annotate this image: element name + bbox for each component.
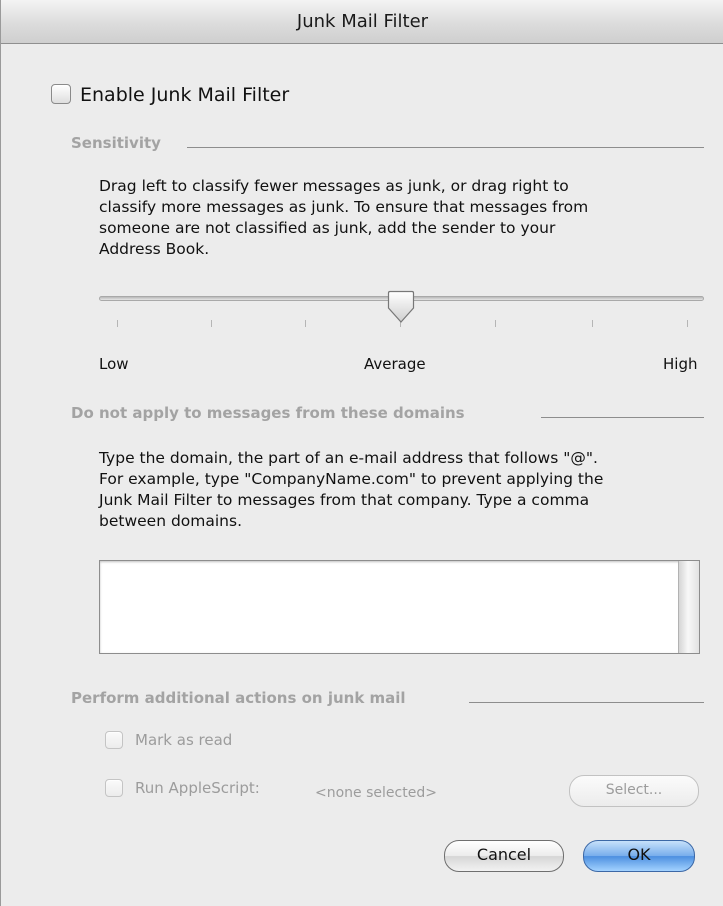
sensitivity-description-line: Drag left to classify fewer messages as … <box>99 177 569 195</box>
sensitivity-heading: Sensitivity <box>71 134 161 152</box>
domains-description: Type the domain, the part of an e-mail a… <box>99 448 714 532</box>
domains-heading: Do not apply to messages from these doma… <box>71 404 465 422</box>
run-applescript-checkbox[interactable] <box>105 779 123 797</box>
slider-low-label: Low <box>99 355 129 373</box>
domains-divider <box>541 417 704 418</box>
domains-description-line: Type the domain, the part of an e-mail a… <box>99 449 598 467</box>
run-applescript-label[interactable]: Run AppleScript: <box>135 779 260 797</box>
slider-thumb[interactable] <box>387 290 415 324</box>
sensitivity-description: Drag left to classify fewer messages as … <box>99 176 709 260</box>
enable-junk-filter-label[interactable]: Enable Junk Mail Filter <box>80 84 289 106</box>
slider-tick <box>211 320 212 327</box>
actions-heading: Perform additional actions on junk mail <box>71 689 406 707</box>
slider-tick <box>117 320 118 327</box>
cancel-button[interactable]: Cancel <box>444 840 564 872</box>
domains-description-line: between domains. <box>99 512 243 530</box>
ok-button[interactable]: OK <box>583 840 695 872</box>
domains-scrollbar[interactable] <box>678 561 699 653</box>
window-title: Junk Mail Filter <box>1 0 723 44</box>
junk-mail-filter-dialog: Junk Mail Filter Enable Junk Mail Filter… <box>0 0 723 906</box>
sensitivity-description-line: Address Book. <box>99 240 210 258</box>
mark-as-read-checkbox[interactable] <box>105 731 123 749</box>
sensitivity-description-line: classify more messages as junk. To ensur… <box>99 198 589 216</box>
sensitivity-slider[interactable] <box>99 290 704 330</box>
select-applescript-button[interactable]: Select... <box>569 775 699 807</box>
domains-description-line: Junk Mail Filter to messages from that c… <box>99 491 590 509</box>
slider-tick <box>495 320 496 327</box>
sensitivity-divider <box>187 147 704 148</box>
domains-textarea[interactable] <box>99 560 700 654</box>
slider-high-label: High <box>663 355 698 373</box>
actions-divider <box>469 702 704 703</box>
slider-tick <box>687 320 688 327</box>
slider-average-label: Average <box>364 355 426 373</box>
mark-as-read-label[interactable]: Mark as read <box>135 731 232 749</box>
domains-description-line: For example, type "CompanyName.com" to p… <box>99 470 604 488</box>
slider-tick <box>305 320 306 327</box>
sensitivity-description-line: someone are not classified as junk, add … <box>99 219 556 237</box>
applescript-selection-value: <none selected> <box>315 785 437 801</box>
slider-tick <box>592 320 593 327</box>
enable-junk-filter-checkbox[interactable] <box>51 84 71 104</box>
